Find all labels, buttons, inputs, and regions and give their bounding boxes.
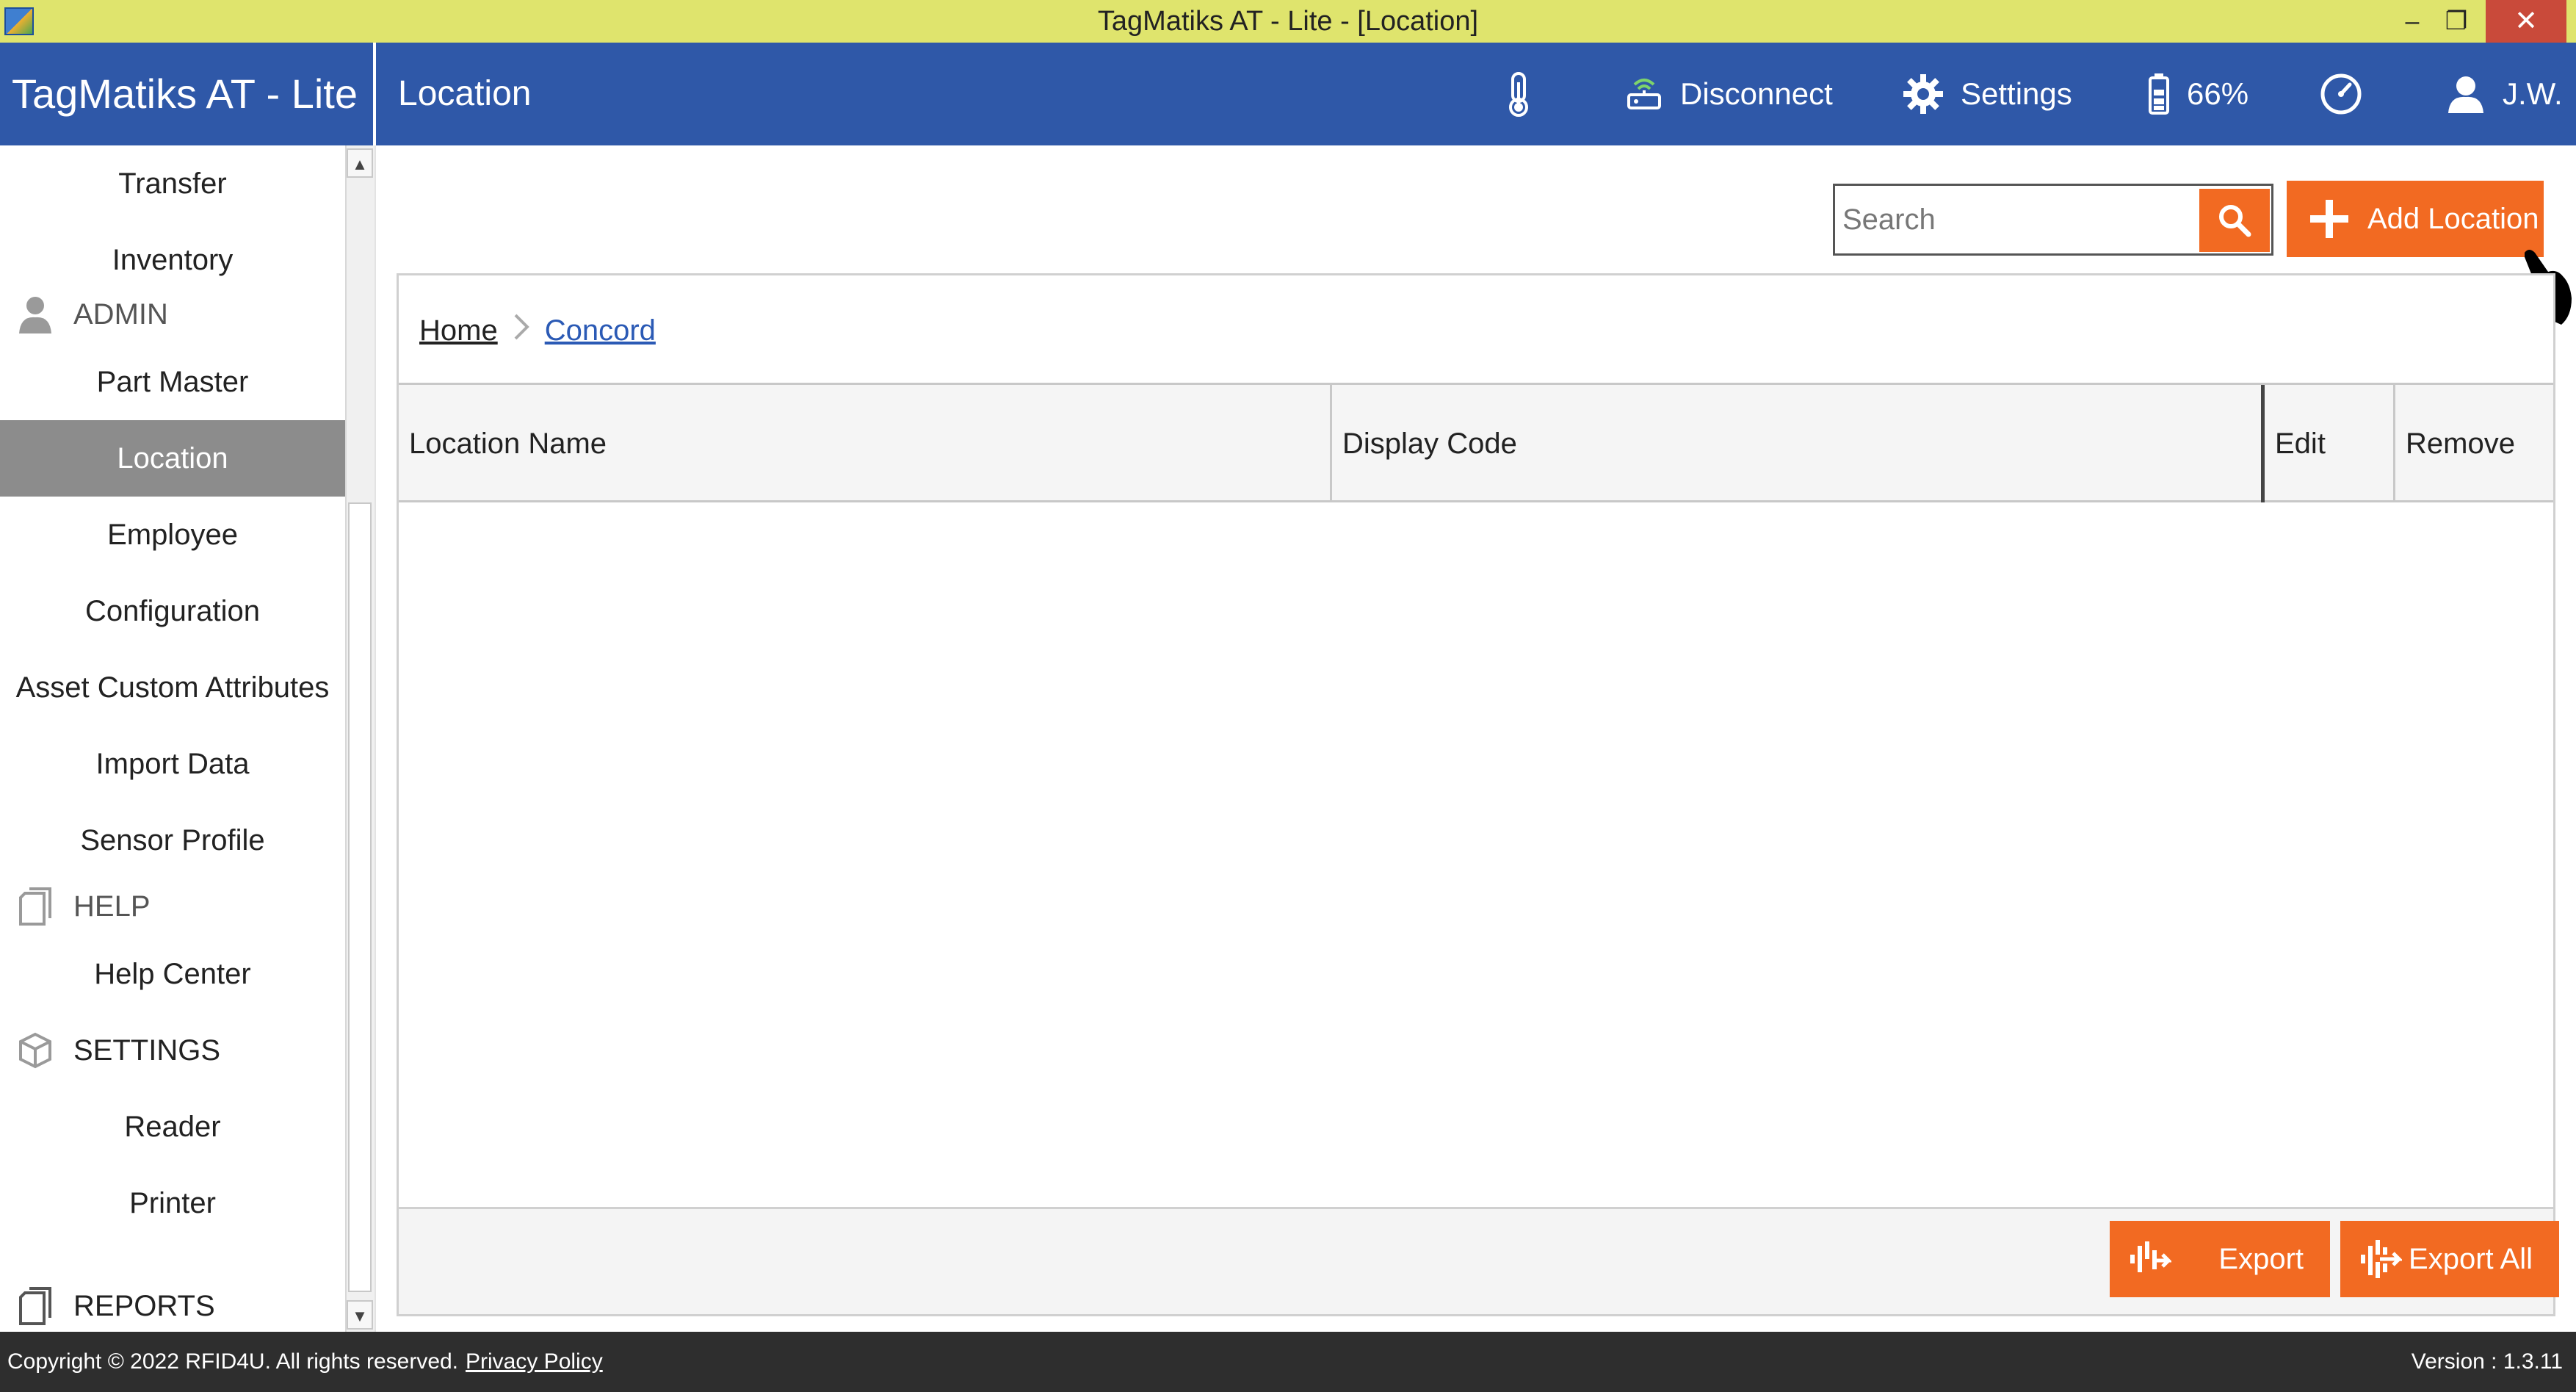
reports-document-icon	[19, 1287, 51, 1325]
locations-table: Location Name Display Code Edit Remove	[399, 383, 2553, 1208]
export-all-label: Export All	[2409, 1242, 2533, 1275]
settings-button[interactable]: Settings	[1902, 43, 2072, 145]
sidebar-item-configuration[interactable]: Configuration	[0, 573, 345, 649]
sidebar-item-printer[interactable]: Printer	[0, 1165, 345, 1241]
sidebar: Transfer Inventory ADMIN Part Master Loc…	[0, 145, 376, 1332]
app-brand: TagMatiks AT - Lite	[0, 43, 376, 145]
section-settings-label: SETTINGS	[73, 1034, 221, 1067]
table-header: Location Name Display Code Edit Remove	[399, 385, 2553, 502]
sidebar-item-asset-custom-attributes[interactable]: Asset Custom Attributes	[0, 649, 345, 726]
export-all-icon	[2361, 1240, 2402, 1278]
section-settings: SETTINGS	[15, 1021, 220, 1080]
version-text: Version : 1.3.11	[2411, 1349, 2563, 1374]
thermometer-button[interactable]	[1504, 43, 1533, 145]
window-title-bar: TagMatiks AT - Lite - [Location] – ❐ ✕	[0, 0, 2576, 43]
scroll-down-arrow-icon[interactable]: ▼	[347, 1300, 373, 1330]
search-icon	[2219, 205, 2251, 237]
section-help-label: HELP	[73, 890, 151, 923]
table-footer: Export Export All	[399, 1207, 2559, 1314]
section-reports: REPORTS	[15, 1277, 215, 1335]
section-admin: ADMIN	[15, 285, 168, 344]
sidebar-item-reader[interactable]: Reader	[0, 1089, 345, 1165]
reader-connection-icon	[1627, 79, 1661, 109]
section-reports-label: REPORTS	[73, 1289, 215, 1322]
column-location-name[interactable]: Location Name	[399, 385, 1330, 502]
export-button[interactable]: Export	[2110, 1221, 2330, 1297]
breadcrumb-current[interactable]: Concord	[545, 314, 656, 347]
privacy-policy-link[interactable]: Privacy Policy	[466, 1332, 603, 1392]
scroll-up-arrow-icon[interactable]: ▲	[347, 148, 373, 178]
status-bar: Copyright © 2022 RFID4U. All rights rese…	[0, 1332, 2576, 1392]
export-all-button[interactable]: Export All	[2340, 1221, 2559, 1297]
column-remove: Remove	[2393, 385, 2553, 502]
sidebar-scroll-thumb[interactable]	[348, 502, 372, 1292]
battery-icon	[2149, 73, 2169, 115]
breadcrumb: Home Concord	[419, 305, 656, 356]
add-location-label: Add Location	[2367, 202, 2539, 235]
chevron-right-icon	[511, 312, 532, 349]
column-display-code[interactable]: Display Code	[1330, 385, 2261, 502]
section-admin-label: ADMIN	[73, 297, 168, 331]
search-box	[1833, 184, 2273, 256]
restore-button[interactable]: ❐	[2423, 0, 2489, 43]
sidebar-item-sensor-profile[interactable]: Sensor Profile	[0, 802, 345, 879]
column-edit: Edit	[2261, 385, 2393, 502]
content-panel: Home Concord Location Name Display Code …	[397, 273, 2559, 1316]
battery-status: 66%	[2147, 43, 2248, 145]
page-title: Location	[398, 74, 532, 113]
table-body	[399, 502, 2553, 1208]
help-document-icon	[19, 887, 51, 926]
plus-icon	[2310, 200, 2348, 238]
sidebar-item-location[interactable]: Location	[0, 420, 345, 497]
gauge-icon	[2320, 73, 2362, 115]
search-input[interactable]	[1842, 186, 2180, 253]
gear-icon	[1903, 74, 1943, 114]
window-title: TagMatiks AT - Lite - [Location]	[1097, 6, 1479, 37]
section-help: HELP	[15, 877, 151, 936]
sidebar-item-employee[interactable]: Employee	[0, 497, 345, 573]
thermometer-icon	[1509, 72, 1528, 117]
sidebar-item-help-center[interactable]: Help Center	[0, 936, 345, 1012]
user-icon	[2448, 76, 2483, 113]
sidebar-item-transfer[interactable]: Transfer	[0, 145, 345, 222]
sidebar-item-import-data[interactable]: Import Data	[0, 726, 345, 802]
add-location-button[interactable]: Add Location	[2287, 181, 2544, 257]
disconnect-label: Disconnect	[1680, 76, 1833, 111]
disconnect-button[interactable]: Disconnect	[1624, 43, 1833, 145]
battery-level: 66%	[2187, 76, 2249, 111]
user-initials: J.W.	[2503, 76, 2563, 111]
app-header: TagMatiks AT - Lite Location Disconnect	[0, 43, 2576, 145]
breadcrumb-home[interactable]: Home	[419, 314, 498, 347]
settings-label: Settings	[1961, 76, 2072, 111]
user-menu[interactable]: J.W.	[2445, 43, 2563, 145]
close-button[interactable]: ✕	[2486, 0, 2566, 43]
search-button[interactable]	[2199, 189, 2270, 252]
copyright-text: Copyright © 2022 RFID4U. All rights rese…	[7, 1349, 459, 1374]
dashboard-button[interactable]	[2319, 43, 2363, 145]
export-label: Export	[2218, 1242, 2304, 1275]
export-icon	[2130, 1241, 2171, 1272]
sidebar-item-part-master[interactable]: Part Master	[0, 344, 345, 420]
admin-user-icon	[19, 297, 51, 333]
settings-cube-icon	[19, 1032, 51, 1069]
